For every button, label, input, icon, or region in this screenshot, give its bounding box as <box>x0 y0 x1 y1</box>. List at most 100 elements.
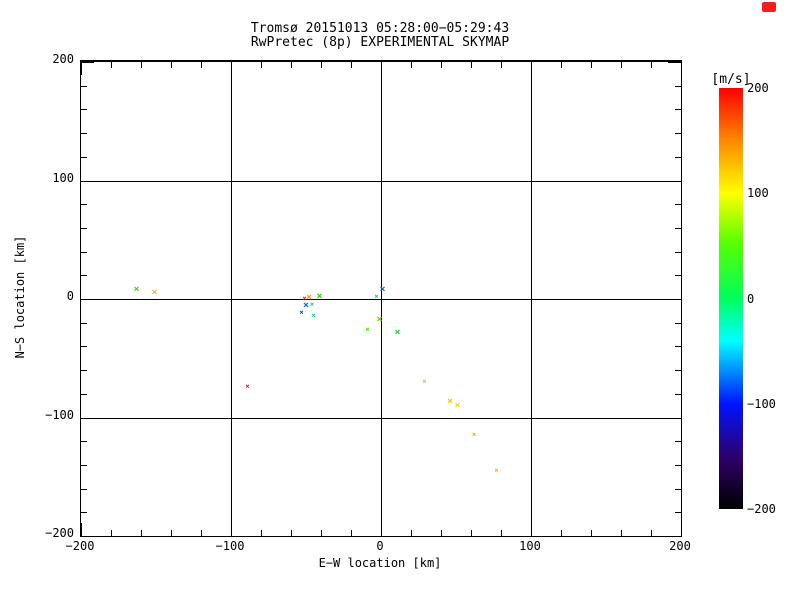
y-axis-tick <box>675 346 681 348</box>
y-axis-tick <box>81 441 87 443</box>
x-axis-tick <box>171 62 172 68</box>
y-axis-tick <box>675 464 681 466</box>
x-axis-tick <box>651 530 652 536</box>
y-axis-tick <box>668 62 681 63</box>
colorbar <box>719 88 743 509</box>
data-point-marker: × <box>454 399 461 411</box>
x-axis-tick <box>621 62 622 68</box>
colorbar-tick-label: 0 <box>747 291 755 306</box>
data-point-marker: × <box>299 308 304 317</box>
data-point-marker: × <box>422 377 427 386</box>
y-axis-tick <box>675 156 681 158</box>
x-axis-tick <box>171 530 172 536</box>
y-axis-tick <box>675 512 681 514</box>
y-axis-tick <box>81 251 87 253</box>
y-axis-tick <box>675 251 681 253</box>
x-axis-tick <box>111 530 112 536</box>
x-axis-tick <box>111 62 112 68</box>
chart-subtitle: RwPretec (8p) EXPERIMENTAL SKYMAP <box>250 35 510 50</box>
grid-line-horizontal <box>81 417 681 419</box>
x-axis-tick <box>351 530 352 536</box>
x-axis-tick <box>291 62 292 68</box>
x-axis-tick <box>531 523 532 536</box>
x-tick-label: −200 <box>65 539 95 553</box>
x-axis-tick <box>381 62 382 75</box>
x-axis-tick <box>411 62 412 68</box>
x-axis-tick <box>141 530 142 536</box>
x-axis-tick <box>81 62 82 75</box>
y-axis-tick <box>81 346 87 348</box>
colorbar-tick-label: 100 <box>747 186 769 201</box>
window-red-indicator <box>762 2 776 12</box>
x-axis-tick <box>471 62 472 68</box>
x-axis-tick <box>381 523 382 536</box>
y-axis-tick <box>81 180 94 182</box>
x-axis-tick <box>591 62 592 68</box>
grid-line-horizontal <box>81 299 681 300</box>
x-axis-tick <box>261 62 262 68</box>
x-axis-tick <box>201 530 202 536</box>
chart-title: Tromsø 20151013 05:28:00−05:29:43 <box>250 21 510 36</box>
y-axis-tick <box>675 133 681 135</box>
y-axis-tick <box>81 299 94 300</box>
y-axis-tick <box>668 417 681 419</box>
data-point-marker: × <box>151 287 158 299</box>
x-axis-tick <box>231 523 232 536</box>
x-axis-tick <box>501 530 502 536</box>
y-axis-tick <box>675 227 681 229</box>
x-axis-tick <box>81 523 82 536</box>
x-axis-tick <box>681 523 682 536</box>
x-axis-tick <box>291 530 292 536</box>
y-axis-tick <box>81 417 94 419</box>
x-tick-label: −100 <box>215 539 245 553</box>
grid-line-horizontal <box>81 180 681 182</box>
data-point-marker: × <box>446 396 454 408</box>
x-axis-tick <box>621 530 622 536</box>
x-axis-tick <box>411 530 412 536</box>
y-tick-label: 100 <box>52 170 74 185</box>
x-axis-tick <box>561 530 562 536</box>
y-tick-label: −100 <box>45 407 74 422</box>
data-point-marker: × <box>471 430 477 439</box>
colorbar-tick-label: −200 <box>747 502 776 516</box>
y-axis-tick <box>675 204 681 206</box>
y-axis-tick <box>668 536 681 537</box>
x-tick-label: 200 <box>669 539 691 553</box>
plot-area: × × × × × × × × × × × × × × × × × × × × <box>80 60 682 537</box>
x-axis-tick <box>141 62 142 68</box>
y-axis-tick <box>81 322 87 324</box>
y-axis-tick <box>81 488 87 490</box>
data-point-marker: × <box>316 290 323 302</box>
data-point-marker: × <box>302 300 310 312</box>
x-tick-label: 100 <box>519 539 541 553</box>
y-tick-label: −200 <box>45 526 74 540</box>
x-axis-tick <box>561 62 562 68</box>
y-axis-tick <box>81 512 87 514</box>
y-axis-tick <box>675 109 681 111</box>
y-axis-tick <box>675 488 681 490</box>
x-axis-tick <box>351 62 352 68</box>
y-tick-label: 200 <box>52 52 74 66</box>
x-axis-tick <box>441 62 442 68</box>
y-axis-tick <box>675 85 681 87</box>
x-axis-tick <box>201 62 202 68</box>
x-axis-tick <box>471 530 472 536</box>
y-axis-tick <box>81 227 87 229</box>
data-point-marker: × <box>365 325 370 334</box>
y-axis-tick <box>668 180 681 182</box>
y-axis-tick <box>81 464 87 466</box>
y-axis-tick <box>675 275 681 277</box>
data-point-marker: × <box>311 311 316 320</box>
x-axis-label: E−W location [km] <box>318 556 442 570</box>
y-axis-tick <box>668 299 681 300</box>
y-axis-tick <box>81 370 87 372</box>
x-axis-tick <box>591 530 592 536</box>
x-tick-label: 0 <box>376 539 384 553</box>
y-axis-tick <box>81 275 87 277</box>
data-point-marker: × <box>379 283 386 295</box>
data-point-marker: × <box>494 466 499 475</box>
y-axis-tick <box>81 393 87 395</box>
y-axis-tick <box>81 133 87 135</box>
y-axis-tick <box>675 441 681 443</box>
y-tick-label: 0 <box>66 289 74 303</box>
